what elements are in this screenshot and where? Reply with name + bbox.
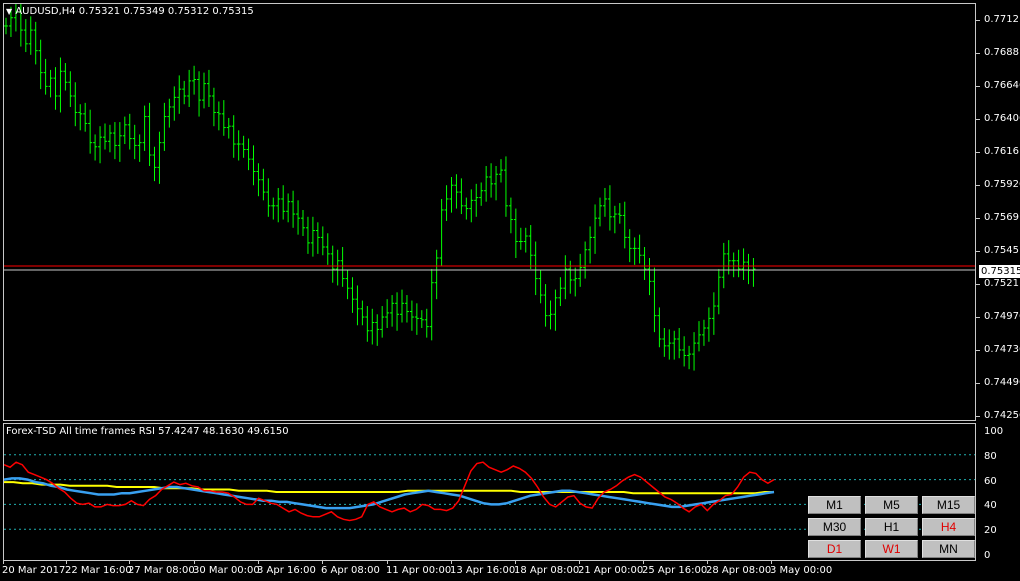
- price-tick-mark: [976, 284, 980, 285]
- indicator-title: Forex-TSD All time frames RSI 57.4247 48…: [6, 426, 289, 437]
- price-tick-label: 0.76406: [984, 113, 1020, 124]
- time-tick-label: 25 Apr 16:00: [642, 565, 708, 576]
- time-tick-mark: [258, 561, 259, 564]
- time-tick-label: 3 May 00:00: [770, 565, 833, 576]
- rsi-tick-label: 100: [984, 426, 1004, 437]
- rsi-tick-label: 0: [984, 550, 991, 561]
- price-tick-label: 0.77121: [984, 14, 1020, 25]
- time-tick-mark: [579, 561, 580, 564]
- time-tick-mark: [387, 561, 388, 564]
- time-tick-label: 22 Mar 16:00: [65, 565, 132, 576]
- timeframe-selector: M1 M5 M15 M30 H1 H4 D1 W1 MN: [808, 496, 975, 558]
- time-tick-label: 13 Apr 16:00: [450, 565, 516, 576]
- price-tick-mark: [976, 20, 980, 21]
- price-chart-panel[interactable]: ▼ AUDUSD,H4 0.75321 0.75349 0.75312 0.75…: [3, 3, 976, 421]
- timeframe-button-m1[interactable]: M1: [808, 496, 861, 514]
- price-tick-label: 0.74256: [984, 410, 1020, 421]
- price-tick-mark: [976, 86, 980, 87]
- time-tick-mark: [515, 561, 516, 564]
- time-tick-mark: [129, 561, 130, 564]
- time-tick-mark: [771, 561, 772, 564]
- rsi-tick-label: 80: [984, 450, 997, 462]
- symbol-info: AUDUSD,H4 0.75321 0.75349 0.75312 0.7531…: [15, 6, 254, 17]
- timeframe-button-w1[interactable]: W1: [865, 540, 918, 558]
- price-tick-mark: [976, 383, 980, 384]
- candlestick-chart: [4, 4, 975, 371]
- price-tick-label: 0.76161: [984, 146, 1020, 157]
- candles-group: [4, 4, 756, 371]
- timeframe-button-mn[interactable]: MN: [922, 540, 975, 558]
- timeframe-button-h1[interactable]: H1: [865, 518, 918, 536]
- timeframe-button-h4[interactable]: H4: [922, 518, 975, 536]
- price-tick-mark: [976, 119, 980, 120]
- price-tick-mark: [976, 350, 980, 351]
- price-tick-label: 0.74496: [984, 377, 1020, 388]
- symbol-header: ▼ AUDUSD,H4 0.75321 0.75349 0.75312 0.75…: [6, 7, 254, 17]
- time-tick-label: 11 Apr 00:00: [386, 565, 452, 576]
- price-tick-label: 0.75211: [984, 278, 1020, 289]
- rsi-tick-label: 60: [984, 475, 997, 487]
- price-tick-mark: [976, 218, 980, 219]
- price-tick-mark: [976, 152, 980, 153]
- price-tick-mark: [976, 53, 980, 54]
- price-tick-mark: [976, 251, 980, 252]
- timeframe-button-m5[interactable]: M5: [865, 496, 918, 514]
- time-tick-label: 28 Apr 08:00: [706, 565, 772, 576]
- price-tick-mark: [976, 185, 980, 186]
- time-tick-label: 20 Mar 2017: [2, 565, 66, 576]
- rsi-tick-label: 20: [984, 525, 997, 537]
- price-tick-label: 0.74976: [984, 311, 1020, 322]
- current-price-badge: 0.75315: [979, 265, 1020, 278]
- time-tick-label: 21 Apr 00:00: [578, 565, 644, 576]
- price-tick-mark: [976, 317, 980, 318]
- price-tick-mark: [976, 416, 980, 417]
- time-tick-mark: [451, 561, 452, 564]
- rsi-tick-label: 40: [984, 500, 997, 512]
- timeframe-button-d1[interactable]: D1: [808, 540, 861, 558]
- price-tick-label: 0.76881: [984, 47, 1020, 58]
- time-tick-label: 3 Apr 16:00: [257, 565, 316, 576]
- time-tick-mark: [3, 561, 4, 564]
- price-tick-label: 0.75451: [984, 245, 1020, 256]
- time-tick-mark: [194, 561, 195, 564]
- time-tick-label: 30 Mar 00:00: [193, 565, 260, 576]
- price-tick-label: 0.75926: [984, 179, 1020, 190]
- time-tick-mark: [707, 561, 708, 564]
- time-tick-label: 27 Mar 08:00: [128, 565, 195, 576]
- price-tick-label: 0.74736: [984, 344, 1020, 355]
- time-tick-mark: [322, 561, 323, 564]
- time-tick-mark: [643, 561, 644, 564]
- down-arrow-icon: ▼: [6, 7, 13, 16]
- price-tick-label: 0.75691: [984, 212, 1020, 223]
- timeframe-button-m30[interactable]: M30: [808, 518, 861, 536]
- timeframe-button-m15[interactable]: M15: [922, 496, 975, 514]
- time-tick-label: 6 Apr 08:00: [321, 565, 380, 576]
- price-tick-label: 0.76646: [984, 80, 1020, 91]
- time-tick-label: 18 Apr 08:00: [514, 565, 580, 576]
- time-tick-mark: [66, 561, 67, 564]
